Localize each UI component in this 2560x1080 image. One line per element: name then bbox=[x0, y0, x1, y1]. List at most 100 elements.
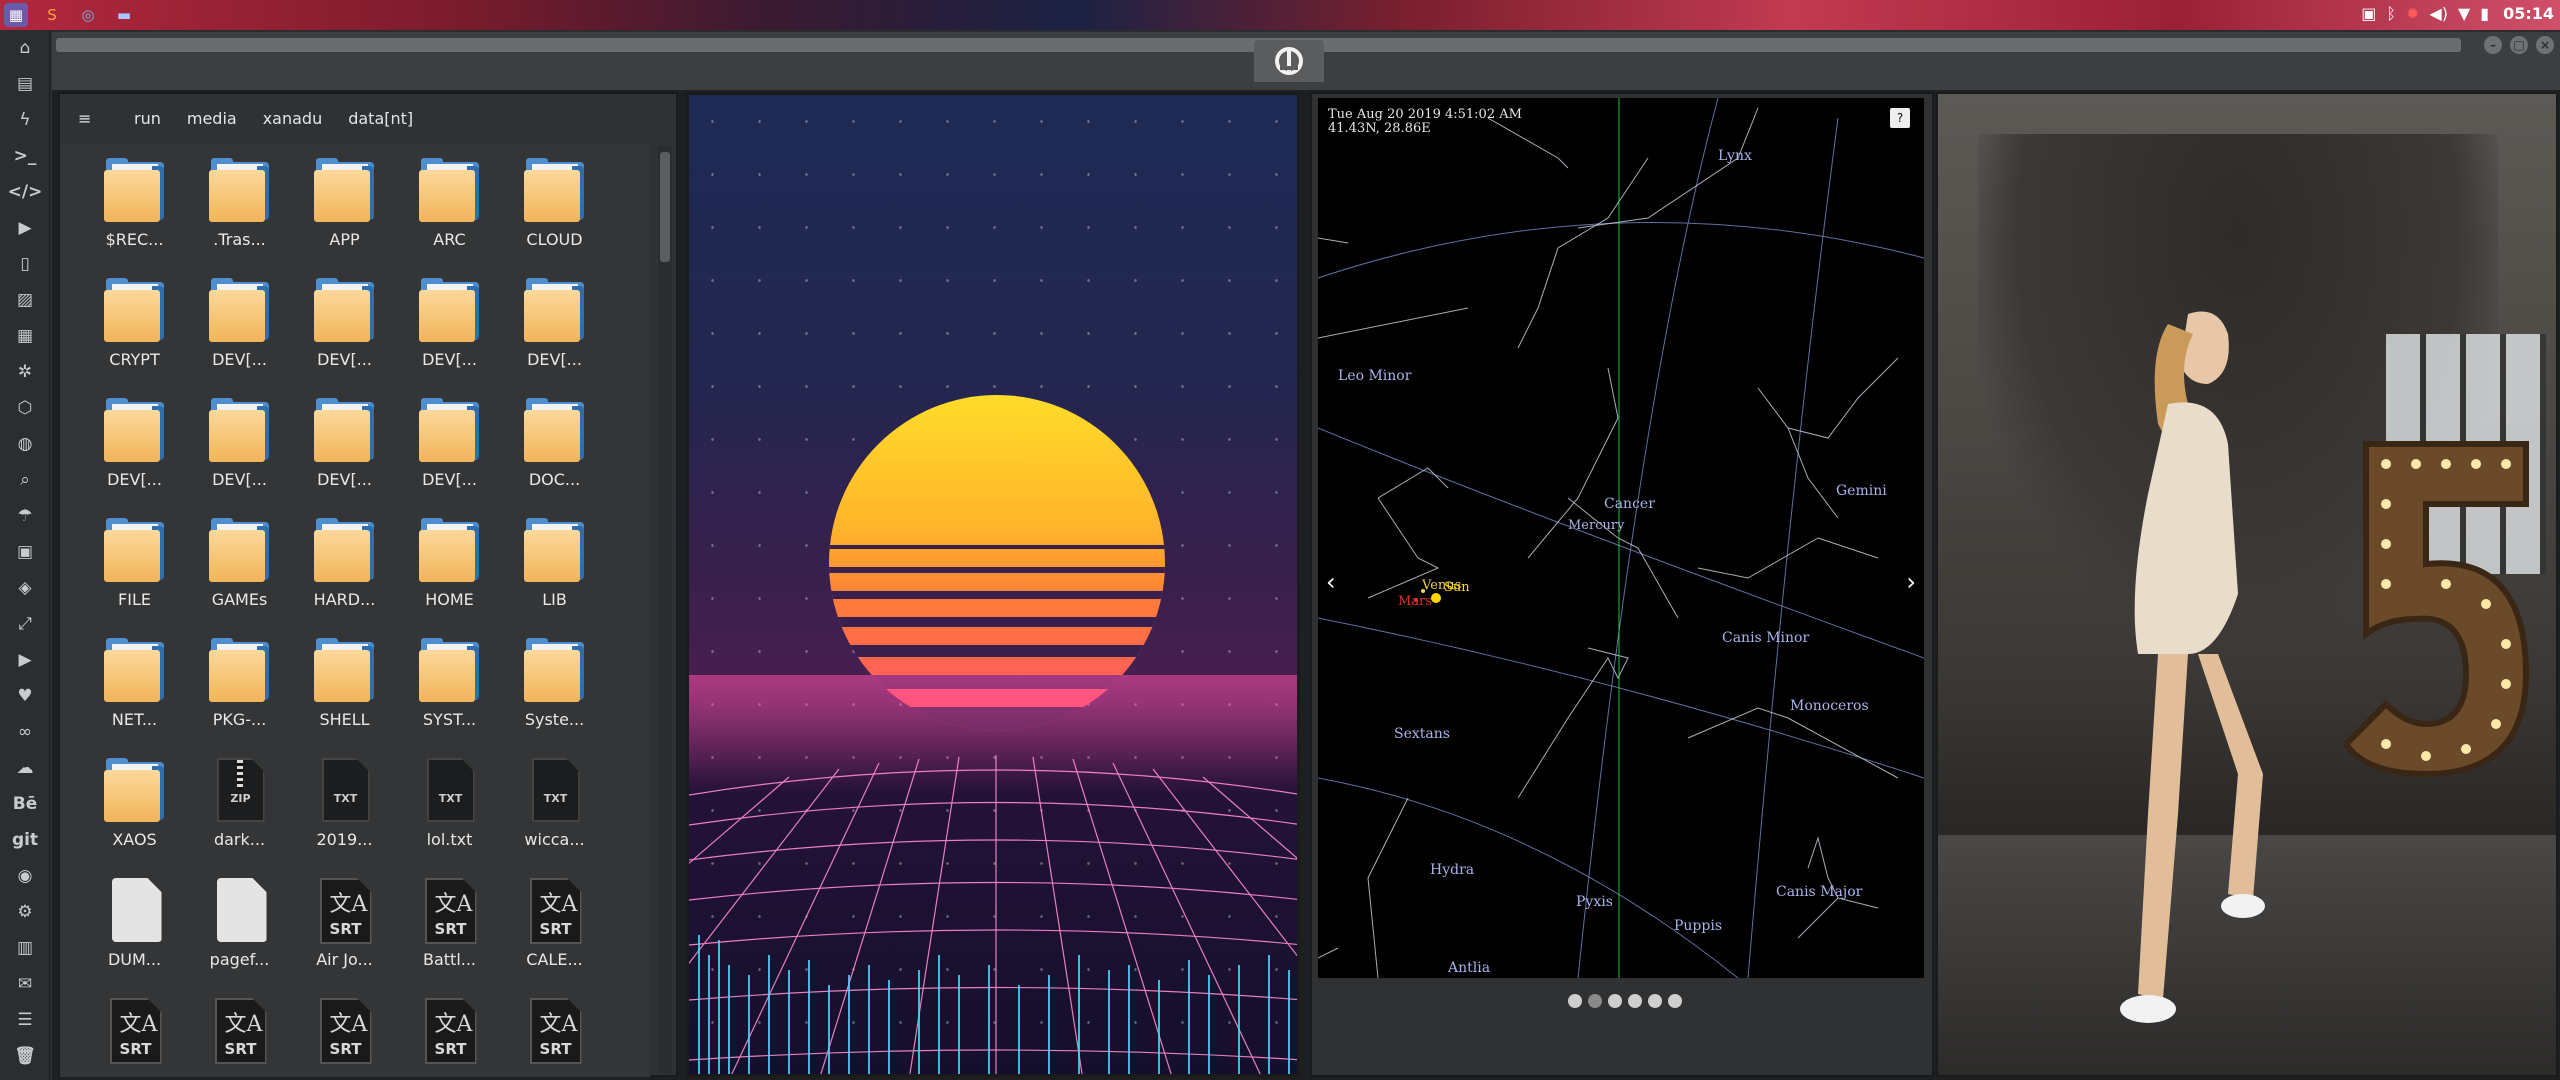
pager-dot[interactable] bbox=[1608, 994, 1622, 1008]
breadcrumb-data[interactable]: data[nt] bbox=[348, 109, 413, 128]
youtube-icon[interactable]: ▶ bbox=[0, 642, 50, 678]
chrome-icon[interactable]: ◎ bbox=[76, 3, 100, 27]
hexagon-icon[interactable]: ⬡ bbox=[0, 390, 50, 426]
star-chart[interactable]: Tue Aug 20 2019 4:51:02 AM 41.43N, 28.86… bbox=[1318, 98, 1924, 978]
folder-item[interactable]: LIB bbox=[502, 516, 607, 636]
file-item[interactable]: 文A SRT bbox=[187, 996, 292, 1077]
folder-item[interactable]: $REC... bbox=[82, 156, 187, 276]
folder-item[interactable]: DEV[... bbox=[82, 396, 187, 516]
screenshot-icon[interactable]: ▣ bbox=[2361, 4, 2376, 23]
minimize-button[interactable]: – bbox=[2484, 36, 2502, 54]
heart-icon[interactable]: ♥ bbox=[0, 678, 50, 714]
help-button[interactable]: ? bbox=[1890, 108, 1910, 128]
app-menu-icon[interactable]: ▦ bbox=[4, 3, 28, 27]
behance-icon[interactable]: Bē bbox=[0, 786, 50, 822]
home-icon[interactable]: ⌂ bbox=[0, 30, 50, 66]
folder-item[interactable]: XAOS bbox=[82, 756, 187, 876]
expand-icon[interactable]: ⤢ bbox=[0, 606, 50, 642]
scrollbar[interactable] bbox=[658, 146, 672, 1074]
pager-dot[interactable] bbox=[1628, 994, 1642, 1008]
link-icon[interactable]: ∞ bbox=[0, 714, 50, 750]
folder-item[interactable]: DEV[... bbox=[397, 396, 502, 516]
maximize-button[interactable]: □ bbox=[2510, 36, 2528, 54]
server-icon[interactable]: ☰ bbox=[0, 1002, 50, 1038]
terminal-icon[interactable]: >_ bbox=[0, 138, 50, 174]
breadcrumb-xanadu[interactable]: xanadu bbox=[263, 109, 323, 128]
file-item[interactable]: 文A SRT bbox=[397, 996, 502, 1077]
folder-item[interactable]: DOC... bbox=[502, 396, 607, 516]
phone-icon[interactable]: ▯ bbox=[0, 246, 50, 282]
play-icon[interactable]: ▶ bbox=[0, 210, 50, 246]
bluetooth-icon[interactable]: ᛒ bbox=[2386, 4, 2396, 23]
file-item[interactable]: pagef... bbox=[187, 876, 292, 996]
folder-item[interactable]: HARD... bbox=[292, 516, 397, 636]
pager-dot[interactable] bbox=[1588, 994, 1602, 1008]
document-icon[interactable]: ▤ bbox=[0, 66, 50, 102]
image-icon[interactable]: ▨ bbox=[0, 282, 50, 318]
pager-dot[interactable] bbox=[1568, 994, 1582, 1008]
folder-item[interactable]: DEV[... bbox=[187, 276, 292, 396]
folder-item[interactable]: CLOUD bbox=[502, 156, 607, 276]
rebel-alliance-tab[interactable] bbox=[1254, 40, 1324, 82]
folder-item[interactable]: DEV[... bbox=[187, 396, 292, 516]
trash-icon[interactable]: 🗑 bbox=[0, 1038, 50, 1074]
prev-arrow[interactable]: ‹ bbox=[1326, 568, 1336, 596]
folder-item[interactable]: HOME bbox=[397, 516, 502, 636]
file-item[interactable]: 文A SRT bbox=[82, 996, 187, 1077]
breadcrumb-media[interactable]: media bbox=[187, 109, 237, 128]
close-button[interactable]: × bbox=[2536, 36, 2554, 54]
folder-item[interactable]: DEV[... bbox=[292, 276, 397, 396]
volume-icon[interactable]: ◀) bbox=[2429, 4, 2448, 23]
folder-item[interactable]: GAMEs bbox=[187, 516, 292, 636]
folder-item[interactable]: DEV[... bbox=[292, 396, 397, 516]
pager-dot[interactable] bbox=[1648, 994, 1662, 1008]
folder-item[interactable]: APP bbox=[292, 156, 397, 276]
next-arrow[interactable]: › bbox=[1906, 568, 1916, 596]
map-icon[interactable]: ▥ bbox=[0, 930, 50, 966]
folder-item[interactable]: CRYPT bbox=[82, 276, 187, 396]
contact-icon[interactable]: ▣ bbox=[0, 534, 50, 570]
files-icon[interactable]: ▬ bbox=[112, 3, 136, 27]
settings-icon[interactable]: ✲ bbox=[0, 354, 50, 390]
folder-item[interactable]: Syste... bbox=[502, 636, 607, 756]
file-item[interactable]: ZIP dark... bbox=[187, 756, 292, 876]
globe-icon[interactable]: ◍ bbox=[0, 426, 50, 462]
file-item[interactable]: DUM... bbox=[82, 876, 187, 996]
folder-item[interactable]: DEV[... bbox=[397, 276, 502, 396]
battery-icon[interactable]: ▮ bbox=[2480, 4, 2489, 23]
diamond-icon[interactable]: ◈ bbox=[0, 570, 50, 606]
folder-item[interactable]: DEV[... bbox=[502, 276, 607, 396]
file-item[interactable]: TXT lol.txt bbox=[397, 756, 502, 876]
file-item[interactable]: 文A SRT bbox=[292, 996, 397, 1077]
bug-icon[interactable]: ✹ bbox=[2406, 4, 2419, 23]
github-icon[interactable]: ◉ bbox=[0, 858, 50, 894]
git-icon[interactable]: git bbox=[0, 822, 50, 858]
folder-item[interactable]: FILE bbox=[82, 516, 187, 636]
folder-item[interactable]: .Tras... bbox=[187, 156, 292, 276]
cloud-icon[interactable]: ☁ bbox=[0, 750, 50, 786]
umbrella-icon[interactable]: ☂ bbox=[0, 498, 50, 534]
wifi-icon[interactable]: ▼ bbox=[2458, 4, 2470, 23]
sun-marker[interactable] bbox=[1431, 593, 1441, 603]
scrollbar-thumb[interactable] bbox=[660, 152, 670, 262]
file-item[interactable]: 文A SRT Air Jo... bbox=[292, 876, 397, 996]
menu-icon[interactable]: ≡ bbox=[78, 109, 96, 128]
folder-item[interactable]: SHELL bbox=[292, 636, 397, 756]
sublime-icon[interactable]: S bbox=[40, 3, 64, 27]
bike-icon[interactable]: ⚙ bbox=[0, 894, 50, 930]
breadcrumb-run[interactable]: run bbox=[134, 109, 161, 128]
file-item[interactable]: TXT 2019... bbox=[292, 756, 397, 876]
bolt-icon[interactable]: ϟ bbox=[0, 102, 50, 138]
search-icon[interactable]: ⌕ bbox=[0, 462, 50, 498]
file-item[interactable]: 文A SRT bbox=[502, 996, 607, 1077]
file-item[interactable]: TXT wicca... bbox=[502, 756, 607, 876]
file-item[interactable]: 文A SRT Battl... bbox=[397, 876, 502, 996]
mail-icon[interactable]: ✉ bbox=[0, 966, 50, 1002]
folder-item[interactable]: SYST... bbox=[397, 636, 502, 756]
folder-item[interactable]: NET... bbox=[82, 636, 187, 756]
folder-item[interactable]: ARC bbox=[397, 156, 502, 276]
news-icon[interactable]: ▦ bbox=[0, 318, 50, 354]
clock[interactable]: 05:14 bbox=[2503, 4, 2554, 23]
code-icon[interactable]: </> bbox=[0, 174, 50, 210]
pager-dot[interactable] bbox=[1668, 994, 1682, 1008]
